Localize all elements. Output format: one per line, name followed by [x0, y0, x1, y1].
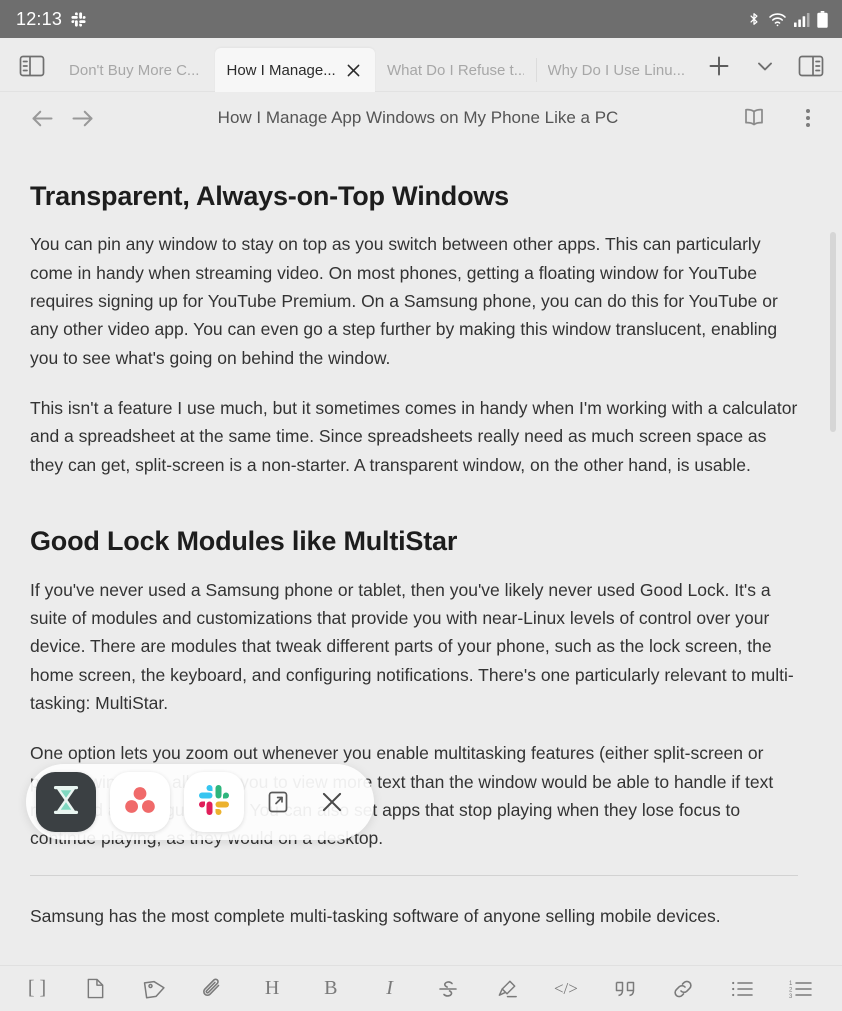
- scrollbar-thumb[interactable]: [830, 232, 836, 432]
- code-glyph: </>: [553, 978, 578, 998]
- slack-notification-icon: [70, 11, 87, 28]
- app-icon-asana[interactable]: [110, 772, 170, 832]
- strikethrough-icon[interactable]: [421, 968, 475, 1010]
- tab-0[interactable]: Don't Buy More C...: [54, 48, 215, 92]
- section-heading-1: Transparent, Always-on-Top Windows: [30, 181, 509, 211]
- numbered-list-icon[interactable]: 1 2 3: [774, 968, 828, 1010]
- svg-text:2: 2: [789, 987, 793, 993]
- new-note-icon[interactable]: [69, 968, 123, 1010]
- tab-label: What Do I Refuse t...: [387, 61, 524, 79]
- tab-2[interactable]: What Do I Refuse t...: [375, 48, 536, 92]
- bold-glyph: B: [324, 977, 338, 999]
- tab-list: Don't Buy More C... How I Manage... What…: [54, 38, 696, 92]
- tab-3[interactable]: Why Do I Use Linu...: [535, 48, 697, 92]
- heading-glyph: H: [264, 977, 280, 999]
- navigation-actions: [734, 98, 828, 138]
- cellular-signal-icon: [794, 12, 810, 27]
- vertical-scrollbar[interactable]: [830, 144, 836, 965]
- tab-1-active[interactable]: How I Manage...: [214, 48, 375, 92]
- app-icon-good-lock[interactable]: [36, 772, 96, 832]
- status-bar-right: [747, 10, 828, 28]
- article-content: Transparent, Always-on-Top Windows You c…: [0, 144, 842, 965]
- tab-label: How I Manage...: [226, 61, 336, 79]
- app-icon-slack[interactable]: [184, 772, 244, 832]
- paragraph-5: Samsung has the most complete multi-task…: [30, 905, 721, 926]
- battery-icon: [817, 10, 828, 28]
- italic-glyph: I: [386, 977, 393, 999]
- wifi-icon: [768, 11, 787, 27]
- code-icon[interactable]: </>: [539, 968, 593, 1010]
- open-in-window-button[interactable]: [258, 782, 298, 822]
- asana-dots-icon: [122, 782, 158, 823]
- bluetooth-icon: [747, 10, 761, 28]
- status-bar-left: 12:13: [16, 9, 87, 30]
- page-title: How I Manage App Windows on My Phone Lik…: [217, 108, 619, 127]
- heading-icon[interactable]: H: [245, 968, 299, 1010]
- tab-label: Don't Buy More C...: [69, 61, 200, 79]
- dock-close-button[interactable]: [312, 782, 352, 822]
- more-options-icon[interactable]: [788, 98, 828, 138]
- highlight-icon[interactable]: [480, 968, 534, 1010]
- right-panel-toggle-button[interactable]: [788, 43, 834, 89]
- brackets-icon[interactable]: [ ]: [10, 968, 64, 1010]
- left-panel-toggle-button[interactable]: [10, 44, 54, 88]
- bold-icon[interactable]: B: [304, 968, 358, 1010]
- hourglass-icon: [47, 781, 85, 824]
- floating-app-dock[interactable]: [26, 764, 374, 840]
- content-divider: [30, 874, 798, 876]
- svg-text:1: 1: [789, 981, 793, 987]
- new-tab-button[interactable]: [696, 43, 742, 89]
- quote-icon[interactable]: [598, 968, 652, 1010]
- italic-icon[interactable]: I: [363, 968, 417, 1010]
- navigation-toolbar: How I Manage App Windows on My Phone Lik…: [0, 92, 842, 144]
- paragraph-2: This isn't a feature I use much, but it …: [30, 398, 798, 475]
- slack-icon: [196, 782, 232, 823]
- back-arrow-icon[interactable]: [22, 98, 62, 138]
- close-icon[interactable]: [343, 60, 363, 80]
- tab-strip: Don't Buy More C... How I Manage... What…: [0, 38, 842, 92]
- browser-window: 12:13 Don't Buy More C... How I Manage..…: [0, 0, 842, 1011]
- forward-arrow-icon[interactable]: [62, 98, 102, 138]
- tag-icon[interactable]: [128, 968, 182, 1010]
- status-clock: 12:13: [16, 8, 63, 29]
- paragraph-3: If you've never used a Samsung phone or …: [30, 579, 794, 713]
- section-heading-2: Good Lock Modules like MultiStar: [30, 526, 458, 557]
- paragraph-1: You can pin any window to stay on top as…: [30, 234, 778, 368]
- format-toolbar: [ ] H B I </> 1 2 3: [0, 965, 842, 1011]
- link-icon[interactable]: [656, 968, 710, 1010]
- brackets-glyph: [ ]: [27, 977, 47, 999]
- reader-mode-icon[interactable]: [734, 98, 774, 138]
- svg-text:3: 3: [789, 994, 793, 999]
- chevron-down-icon[interactable]: [742, 43, 788, 89]
- bullet-list-icon[interactable]: [715, 968, 769, 1010]
- status-bar: 12:13: [0, 0, 842, 38]
- tab-label: Why Do I Use Linu...: [547, 61, 685, 79]
- attachment-icon[interactable]: [186, 968, 240, 1010]
